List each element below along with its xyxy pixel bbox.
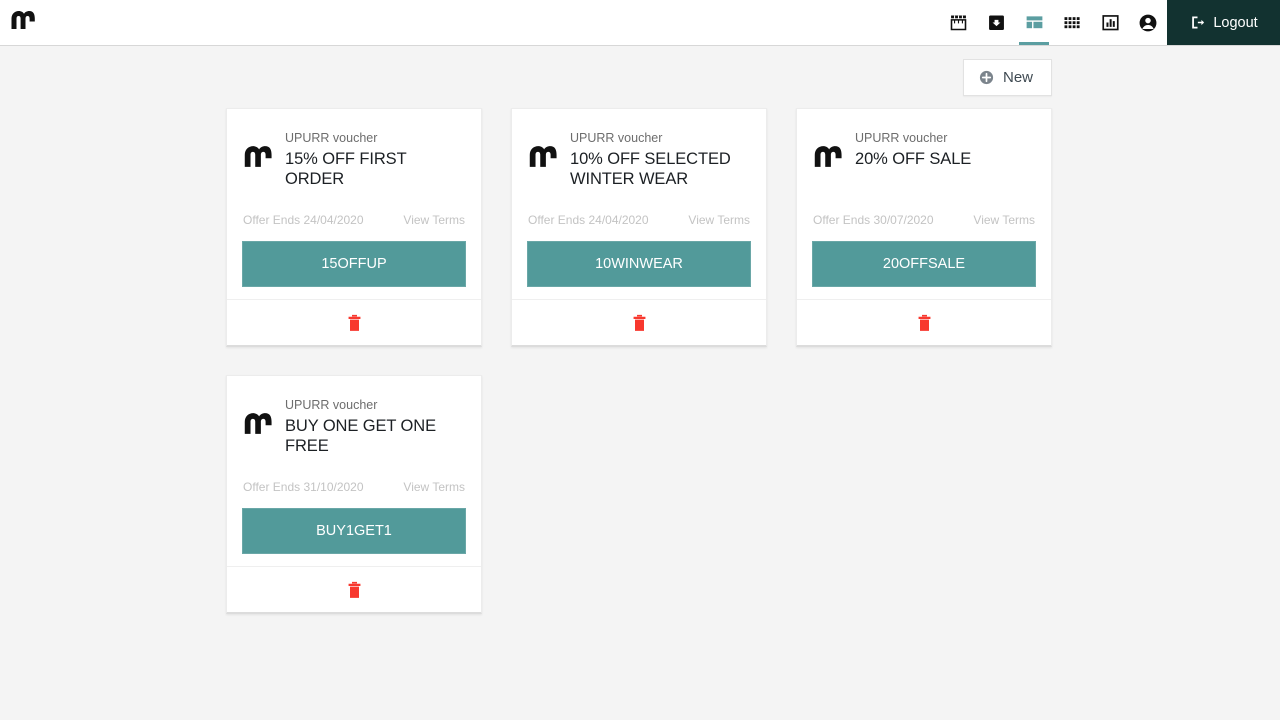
trash-icon	[347, 581, 362, 599]
voucher-code-button[interactable]: 20OFFSALE	[812, 241, 1036, 287]
voucher-offer-ends: Offer Ends 24/04/2020	[243, 213, 364, 227]
header-spacer	[200, 0, 939, 45]
view-terms-link[interactable]: View Terms	[688, 213, 750, 227]
trash-icon	[347, 314, 362, 332]
nav-apps[interactable]	[1053, 0, 1091, 45]
toolbar: New	[0, 46, 1280, 108]
voucher-card-footer	[797, 299, 1051, 345]
voucher-offer-ends: Offer Ends 31/10/2020	[243, 480, 364, 494]
voucher-meta: Offer Ends 30/07/2020 View Terms	[797, 191, 1051, 241]
brand[interactable]	[0, 0, 200, 45]
voucher-card[interactable]: UPURR voucher 10% OFF SELECTED WINTER WE…	[511, 108, 767, 347]
voucher-meta: Offer Ends 31/10/2020 View Terms	[227, 458, 481, 508]
voucher-card-footer	[512, 299, 766, 345]
trash-icon	[917, 314, 932, 332]
delete-voucher-button[interactable]	[632, 314, 647, 332]
view-terms-link[interactable]: View Terms	[403, 480, 465, 494]
voucher-card-body: UPURR voucher 15% OFF FIRST ORDER	[227, 109, 481, 191]
delete-voucher-button[interactable]	[347, 314, 362, 332]
view-terms-link[interactable]: View Terms	[973, 213, 1035, 227]
logout-button[interactable]: Logout	[1167, 0, 1280, 45]
delete-voucher-button[interactable]	[917, 314, 932, 332]
voucher-offer-ends: Offer Ends 24/04/2020	[528, 213, 649, 227]
active-tab-indicator	[1019, 42, 1049, 45]
voucher-meta: Offer Ends 24/04/2020 View Terms	[512, 191, 766, 241]
voucher-offer-ends: Offer Ends 30/07/2020	[813, 213, 934, 227]
voucher-card-footer	[227, 299, 481, 345]
voucher-card-footer	[227, 566, 481, 612]
nav-inbox[interactable]	[977, 0, 1015, 45]
voucher-brand-logo	[243, 394, 273, 458]
storefront-icon	[948, 12, 969, 33]
voucher-card-body: UPURR voucher 10% OFF SELECTED WINTER WE…	[512, 109, 766, 191]
voucher-code-button[interactable]: 10WINWEAR	[527, 241, 751, 287]
new-voucher-label: New	[1002, 68, 1033, 86]
voucher-card[interactable]: UPURR voucher 20% OFF SALE Offer Ends 30…	[796, 108, 1052, 347]
voucher-kind: UPURR voucher	[285, 398, 378, 412]
grid-apps-icon	[1062, 13, 1082, 33]
voucher-title: 15% OFF FIRST ORDER	[285, 150, 407, 188]
voucher-text: UPURR voucher 20% OFF SALE	[855, 127, 1035, 191]
upurr-m-logo-icon	[10, 10, 36, 35]
plus-circle-icon	[978, 69, 995, 86]
view-terms-link[interactable]: View Terms	[403, 213, 465, 227]
nav-storefront[interactable]	[939, 0, 977, 45]
voucher-card-body: UPURR voucher BUY ONE GET ONE FREE	[227, 376, 481, 458]
exit-icon	[1189, 14, 1206, 31]
voucher-kind: UPURR voucher	[855, 131, 948, 145]
account-circle-icon	[1137, 12, 1159, 34]
voucher-title: 10% OFF SELECTED WINTER WEAR	[570, 150, 731, 188]
app-header: Logout	[0, 0, 1280, 46]
delete-voucher-button[interactable]	[347, 581, 362, 599]
nav-analytics[interactable]	[1091, 0, 1129, 45]
header-nav	[939, 0, 1167, 45]
voucher-text: UPURR voucher 15% OFF FIRST ORDER	[285, 127, 465, 191]
nav-dashboard[interactable]	[1015, 0, 1053, 45]
dashboard-layout-icon	[1024, 12, 1045, 33]
inbox-archive-icon	[986, 12, 1007, 33]
voucher-grid: UPURR voucher 15% OFF FIRST ORDER Offer …	[0, 108, 1080, 614]
voucher-code-button[interactable]: BUY1GET1	[242, 508, 466, 554]
bar-chart-icon	[1100, 12, 1121, 33]
upurr-m-logo-icon	[243, 413, 273, 439]
voucher-brand-logo	[813, 127, 843, 191]
upurr-m-logo-icon	[813, 146, 843, 172]
logout-label: Logout	[1213, 14, 1258, 31]
voucher-meta: Offer Ends 24/04/2020 View Terms	[227, 191, 481, 241]
voucher-text: UPURR voucher BUY ONE GET ONE FREE	[285, 394, 465, 458]
voucher-card[interactable]: UPURR voucher 15% OFF FIRST ORDER Offer …	[226, 108, 482, 347]
voucher-code-button[interactable]: 15OFFUP	[242, 241, 466, 287]
voucher-brand-logo	[243, 127, 273, 191]
voucher-brand-logo	[528, 127, 558, 191]
voucher-kind: UPURR voucher	[570, 131, 663, 145]
voucher-card[interactable]: UPURR voucher BUY ONE GET ONE FREE Offer…	[226, 375, 482, 614]
voucher-text: UPURR voucher 10% OFF SELECTED WINTER WE…	[570, 127, 750, 191]
voucher-kind: UPURR voucher	[285, 131, 378, 145]
upurr-m-logo-icon	[243, 146, 273, 172]
voucher-title: 20% OFF SALE	[855, 150, 972, 168]
new-voucher-button[interactable]: New	[962, 58, 1052, 96]
nav-account[interactable]	[1129, 0, 1167, 45]
upurr-m-logo-icon	[528, 146, 558, 172]
voucher-title: BUY ONE GET ONE FREE	[285, 417, 437, 455]
voucher-card-body: UPURR voucher 20% OFF SALE	[797, 109, 1051, 191]
trash-icon	[632, 314, 647, 332]
